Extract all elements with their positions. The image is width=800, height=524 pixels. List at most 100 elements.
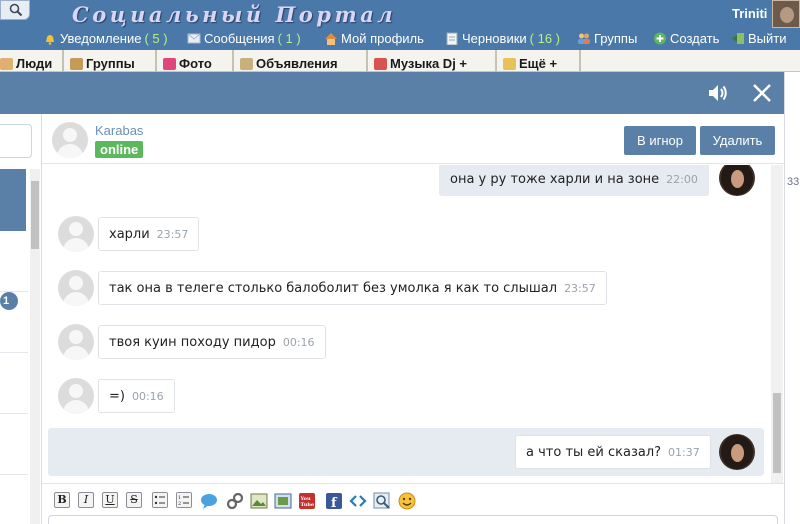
- contact-item[interactable]: [0, 231, 28, 292]
- tab-label: Объявления: [256, 56, 338, 71]
- nav-label: Уведомление: [60, 31, 142, 46]
- strikethrough-button[interactable]: S: [126, 492, 142, 508]
- preview-icon[interactable]: [373, 492, 391, 510]
- message-text: харли: [109, 226, 150, 242]
- message-bubble: твоя куин походу пидор 00:16: [98, 325, 326, 359]
- nav-notifications[interactable]: Уведомление ( 5 ): [43, 31, 168, 46]
- sound-icon[interactable]: [706, 81, 730, 105]
- tab-label: Ещё +: [519, 56, 558, 71]
- messages-scrollbar[interactable]: [771, 165, 783, 483]
- nav-messages[interactable]: Сообщения ( 1 ): [187, 31, 301, 46]
- message-bubble: а что ты ей сказал? 01:37: [515, 435, 711, 469]
- message-text: твоя куин походу пидор: [109, 334, 276, 350]
- sender-avatar[interactable]: [58, 270, 94, 306]
- message-bubble: она у ру тоже харли и на зоне 22:00: [439, 165, 709, 196]
- envelope-icon: [187, 33, 201, 44]
- message-text: так она в телеге столько балоболит без у…: [109, 280, 558, 296]
- tab-label: Музыка Dj +: [390, 56, 468, 71]
- tab-groups[interactable]: Группы: [66, 50, 157, 72]
- message-bubble: =) 00:16: [98, 379, 175, 413]
- sender-avatar[interactable]: [58, 378, 94, 414]
- sender-avatar[interactable]: [58, 216, 94, 252]
- top-nav: Уведомление ( 5 ) Сообщения ( 1 ) Мой пр…: [0, 28, 800, 50]
- nav-count: ( 16 ): [529, 31, 560, 46]
- plus-icon: [654, 32, 666, 45]
- bulleted-list-icon[interactable]: [152, 492, 168, 508]
- emoji-icon[interactable]: [398, 492, 416, 510]
- facebook-icon[interactable]: f: [325, 492, 343, 510]
- contacts-list: 1: [0, 114, 42, 524]
- ads-tab-icon: [240, 57, 253, 70]
- groups-tab-icon: [70, 57, 83, 70]
- message-bubble: харли 23:57: [98, 217, 200, 251]
- people-icon: [578, 33, 590, 44]
- people-tab-icon: [0, 57, 13, 70]
- contacts-scrollbar[interactable]: [30, 169, 40, 524]
- quote-bubble-icon[interactable]: [200, 492, 218, 510]
- scrollbar-thumb[interactable]: [31, 181, 39, 249]
- underline-button[interactable]: U: [102, 492, 118, 508]
- tab-music[interactable]: Музыка Dj +: [370, 50, 497, 72]
- message-input[interactable]: [48, 515, 778, 524]
- nav-label: Мой профиль: [341, 31, 424, 46]
- svg-text:2: 2: [178, 501, 181, 507]
- code-icon[interactable]: [349, 492, 367, 510]
- message-text: а что ты ей сказал?: [526, 444, 662, 460]
- section-tabs: Люди Группы Фото Объявления Музыка Dj + …: [0, 50, 800, 72]
- contact-search-input[interactable]: [0, 124, 32, 158]
- right-panel-edge: 33: [784, 72, 800, 524]
- message-time: 00:16: [282, 335, 315, 349]
- bold-button[interactable]: B: [54, 492, 70, 508]
- tab-label: Люди: [16, 56, 53, 71]
- contact-avatar[interactable]: [52, 122, 88, 158]
- nav-my-profile[interactable]: Мой профиль: [324, 31, 424, 46]
- nav-create[interactable]: Создать: [653, 31, 719, 46]
- message-text: =): [109, 388, 125, 404]
- italic-button[interactable]: I: [78, 492, 94, 508]
- bell-icon: [46, 35, 54, 45]
- tab-ads[interactable]: Объявления: [236, 50, 368, 72]
- sender-avatar[interactable]: [58, 324, 94, 360]
- logout-icon: [732, 33, 744, 44]
- current-user-avatar[interactable]: [772, 0, 800, 28]
- youtube-icon[interactable]: YouTube: [298, 492, 316, 510]
- current-user-name[interactable]: Triniti: [732, 6, 767, 21]
- site-title[interactable]: Социальный Портал: [72, 2, 396, 27]
- site-search-button[interactable]: [0, 0, 30, 20]
- nav-drafts[interactable]: Черновики ( 16 ): [445, 31, 560, 46]
- nav-logout[interactable]: Выйти: [731, 31, 787, 46]
- tab-photo[interactable]: Фото: [159, 50, 234, 72]
- home-icon: [325, 33, 337, 45]
- gallery-icon[interactable]: [274, 492, 292, 510]
- tab-label: Фото: [179, 56, 212, 71]
- image-icon[interactable]: [250, 492, 268, 510]
- scrollbar-thumb[interactable]: [773, 393, 781, 473]
- tab-people[interactable]: Люди: [0, 50, 64, 72]
- message-text: она у ру тоже харли и на зоне: [450, 171, 660, 187]
- draft-icon: [446, 32, 458, 45]
- nav-groups[interactable]: Группы: [577, 31, 637, 46]
- chat-window: 1 Karabas online В игнор Удалить она у р…: [0, 72, 784, 524]
- nav-label: Черновики: [462, 31, 527, 46]
- contact-name[interactable]: Karabas: [95, 123, 143, 138]
- message-time: 22:00: [666, 172, 698, 186]
- message-time: 23:57: [156, 227, 189, 241]
- delete-button[interactable]: Удалить: [700, 126, 775, 155]
- camera-icon: [163, 57, 176, 70]
- contact-item[interactable]: [0, 353, 28, 414]
- sender-avatar[interactable]: [719, 434, 755, 470]
- contact-item-active[interactable]: [0, 169, 26, 231]
- ignore-button[interactable]: В игнор: [624, 126, 696, 155]
- sender-avatar[interactable]: [719, 165, 755, 196]
- link-icon[interactable]: [226, 492, 244, 510]
- side-counter: 33: [787, 176, 800, 188]
- more-tab-icon: [503, 57, 516, 70]
- nav-count: ( 1 ): [277, 31, 301, 46]
- contact-item[interactable]: [0, 414, 28, 475]
- close-icon[interactable]: [750, 81, 774, 105]
- numbered-list-icon[interactable]: 12: [176, 492, 192, 508]
- tab-more[interactable]: Ещё +: [499, 50, 581, 72]
- nav-label: Сообщения: [204, 31, 275, 46]
- nav-label: Выйти: [748, 31, 787, 46]
- site-header: Социальный Портал Triniti Уведомление ( …: [0, 0, 800, 50]
